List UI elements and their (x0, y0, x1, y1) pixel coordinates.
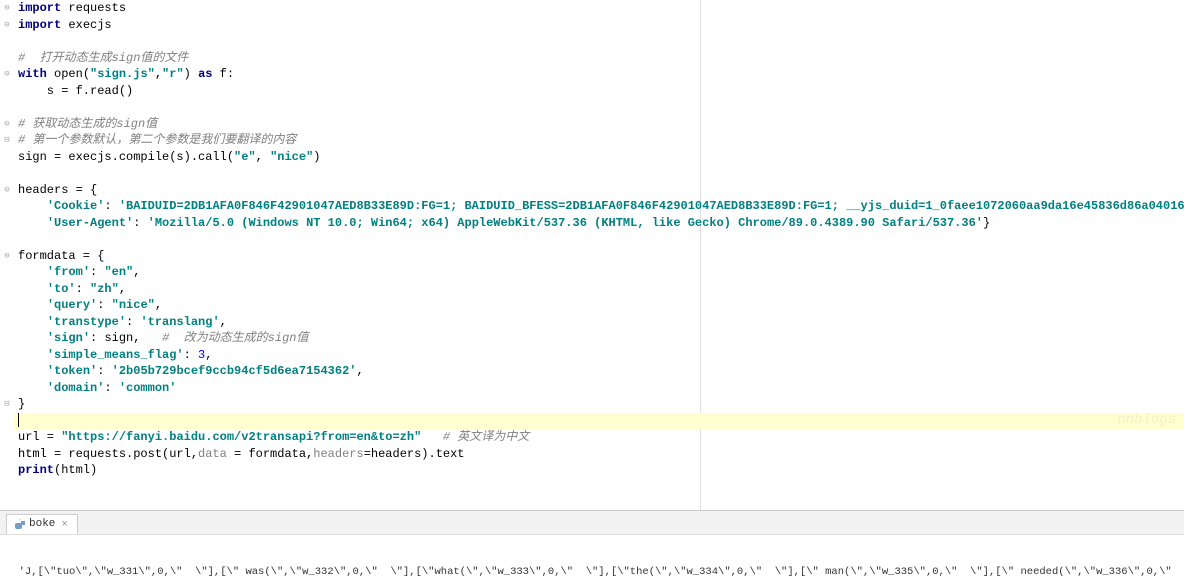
code-line: headers = { (14, 182, 1184, 199)
code-line-cursor (14, 413, 1184, 430)
code-line: 'from': "en", (14, 264, 1184, 281)
fold-icon[interactable]: ⊟ (0, 396, 14, 413)
code-line: formdata = { (14, 248, 1184, 265)
code-line: } (14, 396, 1184, 413)
bottom-panel: boke × 'J,[\"tuo\",\"w_331\",0,\" \"],[\… (0, 510, 1184, 586)
code-line: import requests (14, 0, 1184, 17)
code-line (14, 165, 1184, 182)
gutter: ⊖ ⊖ ⊖ ⊖ ⊟ ⊖ ⊖ ⊟ (0, 0, 14, 510)
code-line: sign = execjs.compile(s).call("e", "nice… (14, 149, 1184, 166)
console-line: 'J,[\"tuo\",\"w_331\",0,\" \"],[\" was(\… (6, 565, 1178, 579)
code-line: 'User-Agent': 'Mozilla/5.0 (Windows NT 1… (14, 215, 1184, 232)
code-line: 'query': "nice", (14, 297, 1184, 314)
code-line: # 打开动态生成sign值的文件 (14, 50, 1184, 67)
code-line: 'domain': 'common' (14, 380, 1184, 397)
code-line: with open("sign.js","r") as f: (14, 66, 1184, 83)
code-editor[interactable]: ⊖ ⊖ ⊖ ⊖ ⊟ ⊖ ⊖ ⊟ (0, 0, 1184, 510)
code-line: url = "https://fanyi.baidu.com/v2transap… (14, 429, 1184, 446)
code-line: html = requests.post(url,data = formdata… (14, 446, 1184, 463)
code-line: import execjs (14, 17, 1184, 34)
code-line: s = f.read() (14, 83, 1184, 100)
tab-label: boke (29, 518, 55, 530)
code-line: 'Cookie': 'BAIDUID=2DB1AFA0F846F42901047… (14, 198, 1184, 215)
code-line: 'transtype': 'translang', (14, 314, 1184, 331)
fold-icon[interactable]: ⊖ (0, 0, 14, 17)
code-line: 'simple_means_flag': 3, (14, 347, 1184, 364)
code-line (14, 231, 1184, 248)
code-line: print(html) (14, 462, 1184, 479)
code-line: # 第一个参数默认，第二个参数是我们要翻译的内容 (14, 132, 1184, 149)
code-line: 'sign': sign, # 改为动态生成的sign值 (14, 330, 1184, 347)
console-output[interactable]: 'J,[\"tuo\",\"w_331\",0,\" \"],[\" was(\… (0, 535, 1184, 586)
code-line: # 获取动态生成的sign值 (14, 116, 1184, 133)
code-line: 'token': '2b05b729bcef9ccb94cf5d6ea71543… (14, 363, 1184, 380)
code-content[interactable]: import requests import execjs # 打开动态生成si… (14, 0, 1184, 510)
code-line (14, 99, 1184, 116)
fold-icon[interactable]: ⊖ (0, 248, 14, 265)
fold-icon[interactable]: ⊖ (0, 182, 14, 199)
code-line: 'to': "zh", (14, 281, 1184, 298)
close-icon[interactable]: × (61, 519, 71, 529)
tab-boke[interactable]: boke × (6, 514, 78, 534)
fold-icon[interactable]: ⊖ (0, 17, 14, 34)
tab-bar: boke × (0, 511, 1184, 535)
fold-icon[interactable]: ⊖ (0, 66, 14, 83)
code-line (14, 33, 1184, 50)
fold-icon[interactable]: ⊟ (0, 132, 14, 149)
python-icon (13, 518, 25, 530)
fold-icon[interactable]: ⊖ (0, 116, 14, 133)
